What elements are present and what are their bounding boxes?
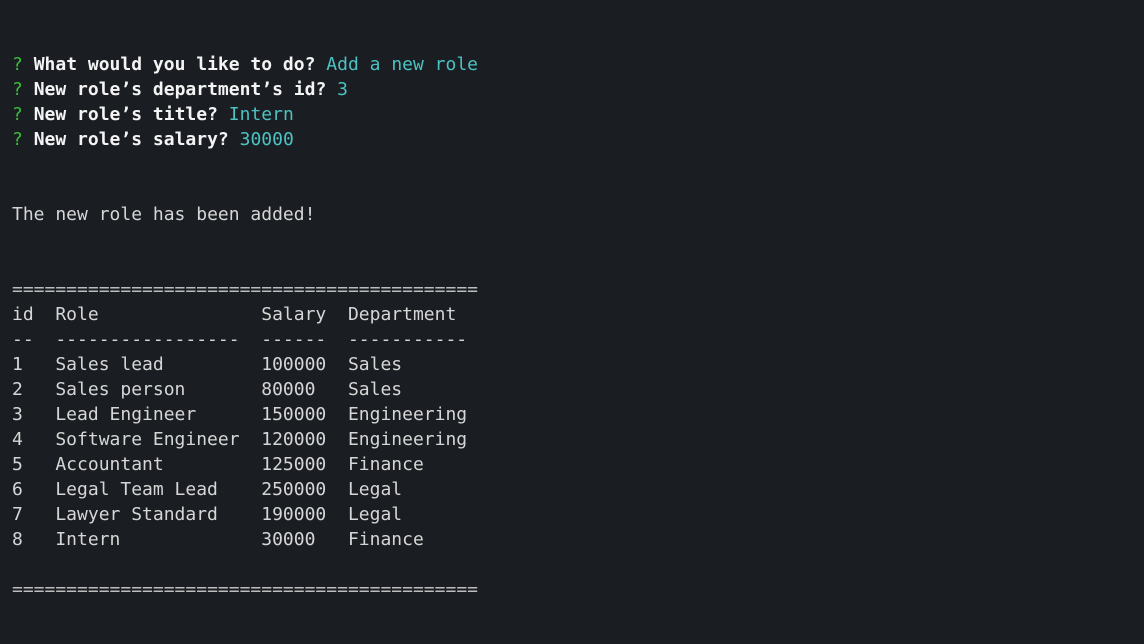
cell-id: 5 (12, 454, 23, 475)
underline: -- (12, 329, 34, 350)
cell-department: Sales (347, 379, 403, 400)
cell-salary: 120000 (261, 429, 327, 450)
cell-id: 2 (12, 379, 23, 400)
header-department: Department (347, 304, 457, 325)
table-row: 2 Sales person 80000 Sales (12, 377, 478, 402)
prompt-question: New role’s department’s id? (33, 79, 327, 100)
cell-id: 4 (12, 429, 23, 450)
prompt-question: What would you like to do? (33, 54, 316, 75)
cell-id: 8 (12, 529, 23, 550)
prompt-line: ? New role’s salary? 30000 (12, 127, 478, 152)
table-row: 4 Software Engineer 120000 Engineering (12, 427, 478, 452)
underline: ----------- (347, 329, 468, 350)
prompt-marker: ? (12, 54, 23, 75)
table-row: 5 Accountant 125000 Finance (12, 452, 478, 477)
separator-bottom: ========================================… (12, 579, 478, 600)
separator-top: ========================================… (12, 279, 478, 300)
cell-department: Legal (347, 479, 403, 500)
cell-salary: 30000 (261, 529, 316, 550)
cell-id: 3 (12, 404, 23, 425)
cell-role: Intern (55, 529, 121, 550)
cell-department: Engineering (347, 429, 468, 450)
prompt-marker: ? (12, 129, 23, 150)
cell-department: Sales (347, 354, 403, 375)
underline: ------ (261, 329, 327, 350)
header-id: id (12, 304, 34, 325)
header-salary: Salary (261, 304, 327, 325)
table-row: 6 Legal Team Lead 250000 Legal (12, 477, 478, 502)
cell-id: 7 (12, 504, 23, 525)
header-role: Role (55, 304, 99, 325)
prompt-question: New role’s salary? (33, 129, 229, 150)
cell-salary: 150000 (261, 404, 327, 425)
cell-role: Accountant (55, 454, 164, 475)
cell-role: Sales person (55, 379, 186, 400)
prompt-marker: ? (12, 79, 23, 100)
cell-department: Legal (347, 504, 403, 525)
cell-salary: 100000 (261, 354, 327, 375)
prompt-answer: 3 (337, 79, 348, 100)
prompt-question: New role’s title? (33, 104, 218, 125)
cell-department: Finance (347, 454, 424, 475)
prompt-answer: Intern (228, 104, 294, 125)
cell-department: Finance (347, 529, 424, 550)
cell-salary: 250000 (261, 479, 327, 500)
cell-department: Engineering (347, 404, 468, 425)
prompt-line: ? What would you like to do? Add a new r… (12, 52, 478, 77)
terminal-output: ? What would you like to do? Add a new r… (12, 52, 478, 602)
cell-role: Lawyer Standard (55, 504, 218, 525)
cell-role: Lead Engineer (55, 404, 197, 425)
cell-role: Software Engineer (55, 429, 240, 450)
cell-salary: 80000 (261, 379, 316, 400)
cell-role: Sales lead (55, 354, 164, 375)
cell-salary: 125000 (261, 454, 327, 475)
success-message: The new role has been added! (12, 204, 316, 225)
prompt-answer: 30000 (239, 129, 294, 150)
prompt-line: ? New role’s department’s id? 3 (12, 77, 478, 102)
prompt-answer: Add a new role (326, 54, 479, 75)
table-header: id Role Salary Department (12, 302, 478, 327)
table-row: 8 Intern 30000 Finance (12, 527, 478, 552)
table-row: 3 Lead Engineer 150000 Engineering (12, 402, 478, 427)
underline: ----------------- (55, 329, 240, 350)
cell-id: 6 (12, 479, 23, 500)
cell-role: Legal Team Lead (55, 479, 218, 500)
cell-id: 1 (12, 354, 23, 375)
cell-salary: 190000 (261, 504, 327, 525)
table-underline: -- ----------------- ------ ----------- (12, 327, 478, 352)
table-row: 7 Lawyer Standard 190000 Legal (12, 502, 478, 527)
prompt-marker: ? (12, 104, 23, 125)
prompt-line: ? New role’s title? Intern (12, 102, 478, 127)
table-row: 1 Sales lead 100000 Sales (12, 352, 478, 377)
